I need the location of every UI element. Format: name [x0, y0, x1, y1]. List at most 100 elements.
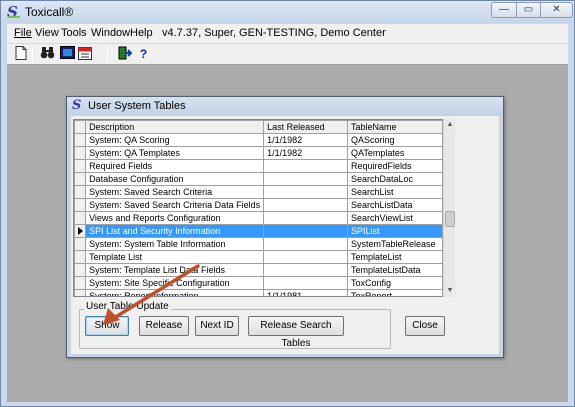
table-row[interactable]: Database Configuration SearchDataLoc: [74, 172, 443, 186]
cell-description[interactable]: Views and Reports Configuration: [85, 211, 265, 225]
row-selector[interactable]: [74, 211, 87, 225]
row-selector[interactable]: [74, 276, 87, 290]
table-row[interactable]: System: System Table Information SystemTa…: [74, 237, 443, 251]
cell-last-released[interactable]: [263, 237, 348, 251]
cell-table-name[interactable]: QAScoring: [346, 133, 443, 147]
new-document-icon[interactable]: [12, 46, 29, 63]
cell-description[interactable]: Database Configuration: [85, 172, 265, 186]
cell-description[interactable]: System: Template List Data Fields: [85, 263, 265, 277]
cell-description[interactable]: Required Fields: [85, 159, 265, 173]
row-selector-header: [74, 120, 87, 134]
row-selector[interactable]: [74, 263, 87, 277]
cell-last-released[interactable]: [263, 198, 348, 212]
cell-last-released[interactable]: [263, 172, 348, 186]
table-row[interactable]: System: Saved Search Criteria Data Field…: [74, 198, 443, 212]
cell-table-name[interactable]: SearchListData: [346, 198, 443, 212]
cell-last-released[interactable]: [263, 276, 348, 290]
system-tables-table: Description Last Released TableName Syst…: [74, 120, 443, 296]
column-header-description[interactable]: Description: [85, 120, 265, 134]
cell-last-released[interactable]: [263, 250, 348, 264]
menu-help[interactable]: Help: [130, 27, 153, 39]
toolbar-separator: [32, 46, 33, 63]
column-header-last-released[interactable]: Last Released: [263, 120, 348, 134]
cell-last-released[interactable]: [263, 159, 348, 173]
cell-table-name[interactable]: SearchDataLoc: [346, 172, 443, 186]
row-selector[interactable]: [74, 172, 87, 186]
system-tables-grid[interactable]: Description Last Released TableName Syst…: [73, 119, 444, 297]
scroll-down-arrow-icon[interactable]: ▼: [444, 285, 456, 297]
help-icon[interactable]: ?: [135, 46, 152, 63]
show-button[interactable]: Show: [85, 316, 129, 336]
current-row-indicator-icon[interactable]: [74, 224, 87, 238]
table-row[interactable]: System: QA Templates 1/1/1982 QATemplates: [74, 146, 443, 160]
row-selector[interactable]: [74, 289, 87, 296]
exit-icon[interactable]: [116, 46, 133, 63]
version-info: v4.7.37, Super, GEN-TESTING, Demo Center: [162, 27, 386, 39]
table-row[interactable]: System: Site Specific Configuration ToxCo…: [74, 276, 443, 290]
next-id-button[interactable]: Next ID: [195, 316, 239, 336]
release-button[interactable]: Release: [139, 316, 189, 336]
row-selector[interactable]: [74, 133, 87, 147]
cell-last-released[interactable]: [263, 224, 348, 238]
minimize-button[interactable]: —: [491, 2, 517, 18]
table-row[interactable]: SPI List and Security Information SPIList: [74, 224, 443, 238]
scrollbar-thumb[interactable]: [445, 211, 455, 227]
menu-tools[interactable]: Tools: [61, 27, 87, 39]
dialog-title: User System Tables: [88, 100, 186, 112]
cell-description[interactable]: System: QA Scoring: [85, 133, 265, 147]
table-row[interactable]: System: Template List Data Fields Templat…: [74, 263, 443, 277]
cell-description[interactable]: System: Saved Search Criteria: [85, 185, 265, 199]
cell-table-name[interactable]: SystemTableRelease: [346, 237, 443, 251]
cell-table-name[interactable]: TemplateListData: [346, 263, 443, 277]
column-header-table-name[interactable]: TableName: [346, 120, 443, 134]
maximize-button[interactable]: ▭: [516, 2, 541, 18]
menu-view[interactable]: View: [35, 27, 59, 39]
cell-description[interactable]: System: Report Information: [85, 289, 265, 296]
cell-last-released[interactable]: [263, 263, 348, 277]
cell-last-released[interactable]: [263, 211, 348, 225]
cell-description[interactable]: System: System Table Information: [85, 237, 265, 251]
release-search-tables-button[interactable]: Release Search Tables: [248, 316, 344, 349]
cell-table-name[interactable]: QATemplates: [346, 146, 443, 160]
cell-description[interactable]: Template List: [85, 250, 265, 264]
cell-description[interactable]: System: Site Specific Configuration: [85, 276, 265, 290]
cell-last-released[interactable]: 1/1/1982: [263, 133, 348, 147]
cell-table-name[interactable]: SearchViewList: [346, 211, 443, 225]
cell-table-name[interactable]: SPIList: [346, 224, 443, 238]
screen-icon[interactable]: [59, 46, 76, 63]
cell-table-name[interactable]: TemplateList: [346, 250, 443, 264]
menu-window[interactable]: Window: [91, 27, 130, 39]
cell-description[interactable]: System: QA Templates: [85, 146, 265, 160]
close-window-button[interactable]: ✕: [540, 2, 573, 18]
dialog-title-bar: S User System Tables: [67, 97, 503, 116]
toxicall-logo-icon: S: [72, 98, 82, 113]
cell-table-name[interactable]: ToxConfig: [346, 276, 443, 290]
close-button[interactable]: Close: [405, 316, 445, 336]
cell-table-name[interactable]: RequiredFields: [346, 159, 443, 173]
cell-last-released[interactable]: [263, 185, 348, 199]
table-row[interactable]: Required Fields RequiredFields: [74, 159, 443, 173]
table-row[interactable]: Views and Reports Configuration SearchVie…: [74, 211, 443, 225]
row-selector[interactable]: [74, 198, 87, 212]
table-row[interactable]: Template List TemplateList: [74, 250, 443, 264]
cell-last-released[interactable]: 1/1/1981: [263, 289, 348, 296]
table-row[interactable]: System: Saved Search Criteria SearchList: [74, 185, 443, 199]
cell-table-name[interactable]: ToxReport: [346, 289, 443, 296]
row-selector[interactable]: [74, 146, 87, 160]
row-selector[interactable]: [74, 185, 87, 199]
cell-description[interactable]: SPI List and Security Information: [85, 224, 265, 238]
table-row[interactable]: System: QA Scoring 1/1/1982 QAScoring: [74, 133, 443, 147]
cell-last-released[interactable]: 1/1/1982: [263, 146, 348, 160]
calendar-icon[interactable]: [76, 46, 93, 63]
table-row[interactable]: System: Report Information 1/1/1981 ToxRep…: [74, 289, 443, 296]
row-selector[interactable]: [74, 250, 87, 264]
binoculars-icon[interactable]: [39, 46, 56, 63]
menu-file[interactable]: File: [14, 27, 32, 39]
row-selector[interactable]: [74, 159, 87, 173]
cell-table-name[interactable]: SearchList: [346, 185, 443, 199]
cell-description[interactable]: System: Saved Search Criteria Data Field…: [85, 198, 265, 212]
row-selector[interactable]: [74, 237, 87, 251]
toxicall-logo-icon: S: [7, 4, 21, 20]
scroll-up-arrow-icon[interactable]: ▲: [444, 119, 456, 131]
grid-vertical-scrollbar[interactable]: ▲ ▼: [443, 119, 456, 297]
